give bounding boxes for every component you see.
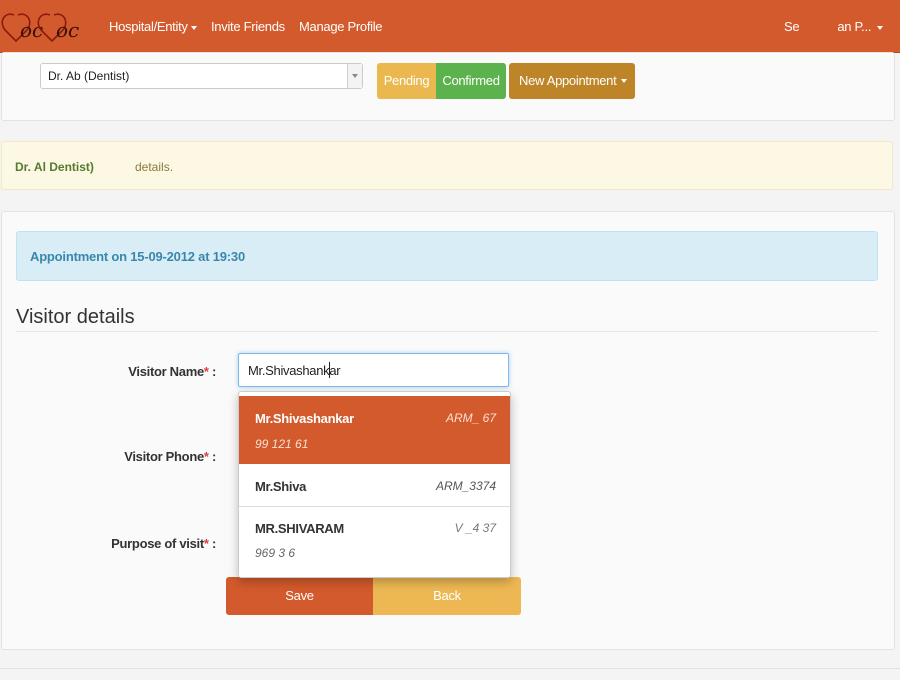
visitor-details-title: Visitor details (16, 306, 135, 328)
suggestion-name: Mr.Shivashankar (255, 411, 354, 426)
confirmed-button[interactable]: Confirmed (436, 63, 506, 99)
back-button[interactable]: Back (373, 577, 521, 615)
user-menu[interactable]: Se an P... (784, 19, 884, 34)
label-colon: : (211, 364, 216, 379)
section-divider (16, 331, 878, 332)
chevron-down-icon[interactable] (621, 79, 627, 83)
doctor-select[interactable]: Dr. Ab (Dentist) (40, 63, 363, 89)
suggestion-item[interactable]: Mr.Shiva ARM_3374 (239, 464, 510, 507)
suggestion-id: ARM_ 67 (445, 411, 496, 425)
docdoc-logo[interactable]: oc oc (0, 7, 92, 47)
doctor-name[interactable]: Dr. Al Dentist) (15, 160, 94, 174)
visitor-suggestions-dropdown: Mr.Shivashankar ARM_ 67 99 121 61 Mr.Shi… (238, 391, 511, 578)
label-colon: : (211, 449, 216, 464)
chevron-down-icon (190, 25, 197, 30)
nav-manage-profile[interactable]: Manage Profile (299, 19, 383, 34)
text-cursor (329, 362, 330, 378)
suggestion-id: ARM_3374 (435, 479, 496, 493)
top-navbar: oc oc Hospital/Entity Invite Friends Man… (0, 0, 900, 53)
svg-text:oc: oc (20, 18, 43, 42)
suggestion-id: V _4 37 (454, 521, 496, 535)
user-name-part2: an P... (837, 19, 872, 34)
pending-button[interactable]: Pending (377, 63, 436, 99)
suggestion-item[interactable]: Mr.Shivashankar ARM_ 67 99 121 61 (239, 396, 510, 464)
required-mark: * (203, 536, 209, 551)
nav-hospital-entity-label: Hospital/Entity (109, 19, 188, 34)
appointment-datetime: Appointment on 15-09-2012 at 19:30 (30, 249, 245, 264)
doctor-select-value: Dr. Ab (Dentist) (48, 69, 130, 83)
suggestion-name: Mr.Shiva (255, 479, 307, 494)
chevron-down-icon (877, 25, 884, 30)
appointment-info-alert: Appointment on 15-09-2012 at 19:30 (16, 231, 878, 281)
nav-invite-friends[interactable]: Invite Friends (211, 19, 285, 34)
suggestion-phone: 99 121 61 (255, 437, 309, 451)
nav-hospital-entity[interactable]: Hospital/Entity (109, 19, 197, 34)
purpose-label-text: Purpose of visit (111, 536, 204, 551)
purpose-label: Purpose of visit* : (90, 536, 216, 551)
suggestion-item[interactable]: MR.SHIVARAM V _4 37 969 3 6 (239, 507, 510, 577)
visitor-name-label: Visitor Name* : (100, 364, 216, 379)
svg-text:oc: oc (56, 18, 79, 42)
required-mark: * (203, 364, 209, 379)
required-mark: * (203, 449, 209, 464)
doctor-details-alert: Dr. Al Dentist) details. (1, 141, 893, 190)
user-name-part1: Se (784, 19, 800, 34)
visitor-name-input[interactable]: Mr.Shivashankar (238, 353, 509, 387)
label-colon: : (211, 536, 216, 551)
suggestion-phone: 969 3 6 (255, 546, 296, 560)
visitor-phone-label: Visitor Phone* : (100, 449, 216, 464)
select-arrow-icon[interactable] (347, 64, 362, 88)
save-button[interactable]: Save (226, 577, 373, 615)
visitor-phone-label-text: Visitor Phone (124, 449, 204, 464)
new-appointment-label: New Appointment (519, 73, 617, 88)
details-label: details. (135, 160, 174, 174)
footer-divider (0, 668, 900, 669)
visitor-name-value: Mr.Shivashankar (248, 363, 341, 378)
new-appointment-button[interactable]: New Appointment (509, 63, 635, 99)
visitor-name-label-text: Visitor Name (128, 364, 204, 379)
suggestion-name: MR.SHIVARAM (255, 521, 344, 536)
